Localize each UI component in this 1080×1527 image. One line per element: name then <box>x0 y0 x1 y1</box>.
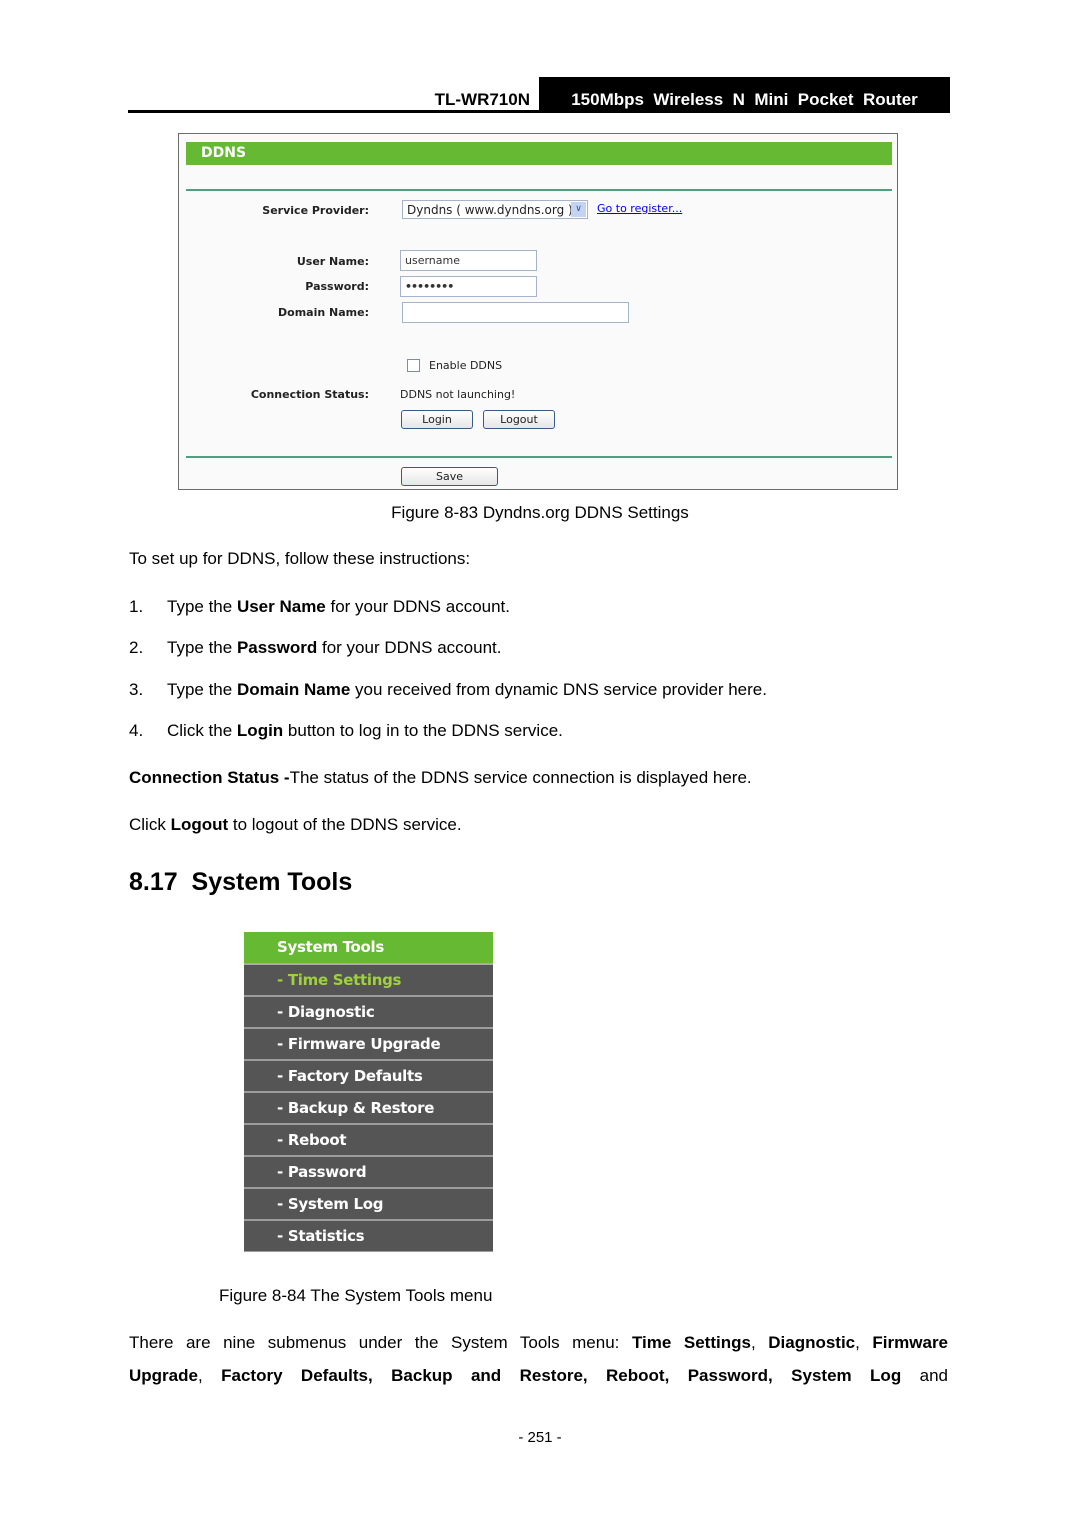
ddns-settings-panel: DDNS Service Provider: Dyndns ( www.dynd… <box>178 133 898 490</box>
divider <box>186 456 892 458</box>
connection-status-paragraph: Connection Status -The status of the DDN… <box>129 768 752 788</box>
menu-item-backup-restore[interactable]: - Backup & Restore <box>244 1093 493 1125</box>
menu-item-reboot[interactable]: - Reboot <box>244 1125 493 1157</box>
logout-button[interactable]: Logout <box>483 410 555 429</box>
connection-status-label: Connection Status: <box>250 388 369 401</box>
definition: The status of the DDNS service connectio… <box>289 768 752 787</box>
term: Diagnostic <box>768 1333 856 1352</box>
step-text-pre: Type the <box>167 638 237 657</box>
text: Click <box>129 815 171 834</box>
password-input[interactable]: •••••••• <box>400 276 537 297</box>
text: , <box>855 1333 873 1352</box>
product-name: 150Mbps Wireless N Mini Pocket Router <box>539 77 950 111</box>
menu-item-diagnostic[interactable]: - Diagnostic <box>244 997 493 1029</box>
step-text-post: button to log in to the DDNS service. <box>283 721 563 740</box>
text: , <box>197 1366 222 1385</box>
step-number: 2. <box>129 638 144 657</box>
step-text-bold: Domain Name <box>236 680 351 699</box>
section-heading: 8.17 System Tools <box>129 868 353 896</box>
logout-paragraph: Click Logout to logout of the DDNS servi… <box>129 815 462 835</box>
password-label: Password: <box>305 280 369 293</box>
text: There are nine submenus under the System… <box>129 1333 632 1352</box>
text: to logout of the DDNS service. <box>228 815 462 834</box>
user-name-label: User Name: <box>296 255 369 268</box>
step-number: 1. <box>129 597 144 616</box>
step-text-pre: Type the <box>167 597 237 616</box>
figure-84-caption: Figure 8-84 The System Tools menu <box>219 1286 493 1305</box>
instructions-intro: To set up for DDNS, follow these instruc… <box>129 549 471 568</box>
term: Connection Status - <box>129 768 290 787</box>
step-text-post: for your DDNS account. <box>317 638 502 657</box>
term: Logout <box>170 815 229 834</box>
term: Time Settings <box>631 1333 751 1352</box>
menu-item-time-settings[interactable]: - Time Settings <box>244 965 493 997</box>
enable-ddns-label: Enable DDNS <box>429 359 503 372</box>
service-provider-label: Service Provider: <box>262 204 369 217</box>
step-text: Type the Domain Name you received from d… <box>167 680 767 700</box>
step-text: Click the Login button to log in to the … <box>167 721 563 741</box>
page-header: TL-WR710N 150Mbps Wireless N Mini Pocket… <box>128 77 950 113</box>
enable-ddns-checkbox[interactable] <box>407 359 420 372</box>
system-tools-menu: System Tools - Time Settings - Diagnosti… <box>244 932 493 1252</box>
domain-name-input[interactable] <box>402 302 629 323</box>
user-name-input[interactable]: username <box>400 250 537 271</box>
service-provider-select[interactable]: Dyndns ( www.dyndns.org ) ∨ <box>402 200 588 219</box>
menu-item-factory-defaults[interactable]: - Factory Defaults <box>244 1061 493 1093</box>
term: Factory Defaults, Backup and Restore, Re… <box>221 1366 902 1385</box>
figure-83-caption: Figure 8-83 Dyndns.org DDNS Settings <box>391 503 689 522</box>
menu-item-system-log[interactable]: - System Log <box>244 1189 493 1221</box>
step-text-post: for your DDNS account. <box>325 597 511 616</box>
menu-item-password[interactable]: - Password <box>244 1157 493 1189</box>
step-text-bold: Login <box>236 721 284 740</box>
step-text-bold: User Name <box>236 597 326 616</box>
chevron-down-icon[interactable]: ∨ <box>571 202 586 217</box>
menu-item-firmware-upgrade[interactable]: - Firmware Upgrade <box>244 1029 493 1061</box>
panel-title: DDNS <box>186 142 892 165</box>
menu-title[interactable]: System Tools <box>244 932 493 965</box>
term: Upgrade <box>129 1366 198 1385</box>
connection-status-value: DDNS not launching! <box>400 388 516 401</box>
summary-line-1: There are nine submenus under the System… <box>129 1333 948 1353</box>
step-text-post: you received from dynamic DNS service pr… <box>350 680 767 699</box>
register-link[interactable]: Go to register... <box>597 202 682 215</box>
text: , <box>750 1333 769 1352</box>
save-button[interactable]: Save <box>401 467 498 486</box>
step-text-pre: Type the <box>167 680 237 699</box>
page-number: - 251 - <box>518 1429 562 1446</box>
model-name: TL-WR710N <box>434 90 530 109</box>
login-button[interactable]: Login <box>401 410 473 429</box>
menu-item-statistics[interactable]: - Statistics <box>244 1221 493 1252</box>
text: and <box>901 1366 948 1385</box>
summary-line-2: Upgrade, Factory Defaults, Backup and Re… <box>129 1366 948 1386</box>
step-number: 4. <box>129 721 144 740</box>
header-rule <box>128 110 950 113</box>
domain-name-label: Domain Name: <box>278 306 369 319</box>
step-text-bold: Password <box>236 638 318 657</box>
step-text-pre: Click the <box>167 721 237 740</box>
term: Firmware <box>872 1333 949 1352</box>
service-provider-value: Dyndns ( www.dyndns.org ) <box>407 203 573 217</box>
step-text: Type the Password for your DDNS account. <box>167 638 502 658</box>
step-number: 3. <box>129 680 144 699</box>
step-text: Type the User Name for your DDNS account… <box>167 597 510 617</box>
divider <box>186 189 892 191</box>
